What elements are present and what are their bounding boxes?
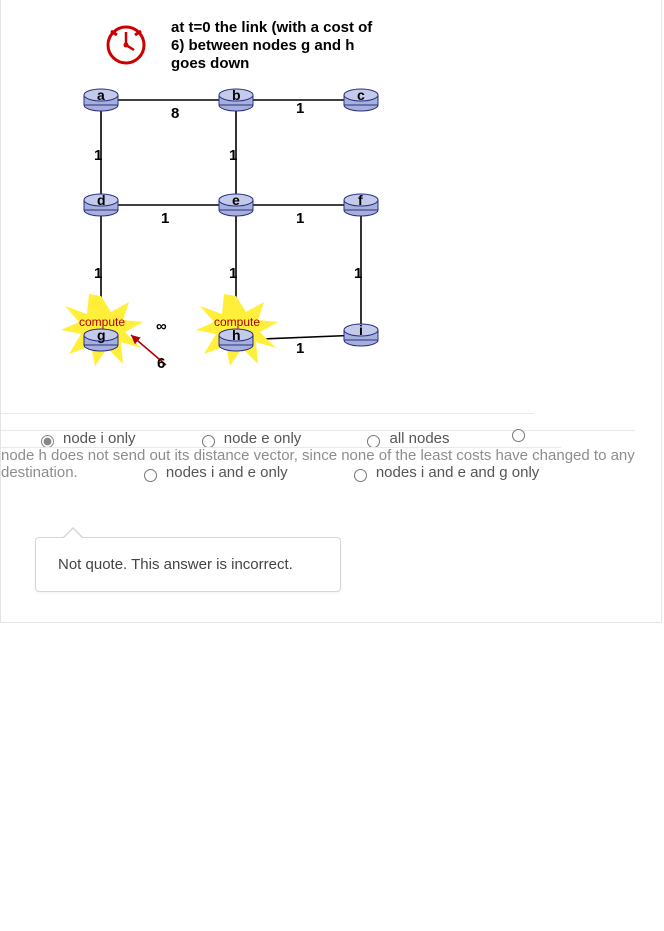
svg-text:c: c [357,87,365,103]
prompt-line-2: 6) between nodes g and h [171,37,354,54]
option-d-radio[interactable] [512,429,525,442]
option-f-label: nodes i and e and g only [376,464,539,481]
svg-text:b: b [232,87,241,103]
network-diagram: at t=0 the link (with a cost of 6) betwe… [1,0,661,430]
edge-e-h-weight: 1 [229,265,237,282]
edge-a-d-weight: 1 [94,147,102,164]
node-i: i [344,322,378,346]
edge-a-b-weight: 8 [171,105,179,122]
feedback-bubble: Not quote. This answer is incorrect. [35,537,341,592]
clock-icon [108,27,144,63]
svg-text:h: h [232,327,241,343]
svg-text:∞: ∞ [156,318,167,335]
answer-options: node i only node e only all nodes node h… [1,430,661,481]
node-a: a [84,87,118,111]
node-f: f [344,192,378,216]
option-e-label: nodes i and e only [166,464,288,481]
edge-e-f-weight: 1 [296,210,304,227]
feedback-area: Not quote. This answer is incorrect. [1,481,661,592]
diagram-svg: at t=0 the link (with a cost of 6) betwe… [11,10,441,370]
compute-label-h: compute [214,315,260,329]
edge-d-e-weight: 1 [161,210,169,227]
node-c: c [344,87,378,111]
edge-d-g-weight: 1 [94,265,102,282]
svg-text:a: a [97,87,105,103]
svg-text:i: i [359,322,363,338]
compute-label-g: compute [79,315,125,329]
svg-text:g: g [97,327,106,343]
edge-f-i-weight: 1 [354,265,362,282]
question-card: at t=0 the link (with a cost of 6) betwe… [0,0,662,623]
edge-b-e-weight: 1 [229,147,237,164]
svg-text:d: d [97,192,106,208]
node-h: h [219,327,253,351]
node-d: d [84,192,118,216]
edge-h-i-weight: 1 [296,340,304,357]
edge-b-c-weight: 1 [296,100,304,117]
feedback-text: Not quote. This answer is incorrect. [58,556,293,573]
prompt-line-3: goes down [171,55,249,72]
node-e: e [219,192,253,216]
svg-text:6: 6 [157,355,165,370]
svg-text:e: e [232,192,240,208]
node-b: b [219,87,253,111]
node-g: g [84,327,118,351]
svg-text:f: f [358,192,363,208]
prompt-line-1: at t=0 the link (with a cost of [171,19,373,36]
